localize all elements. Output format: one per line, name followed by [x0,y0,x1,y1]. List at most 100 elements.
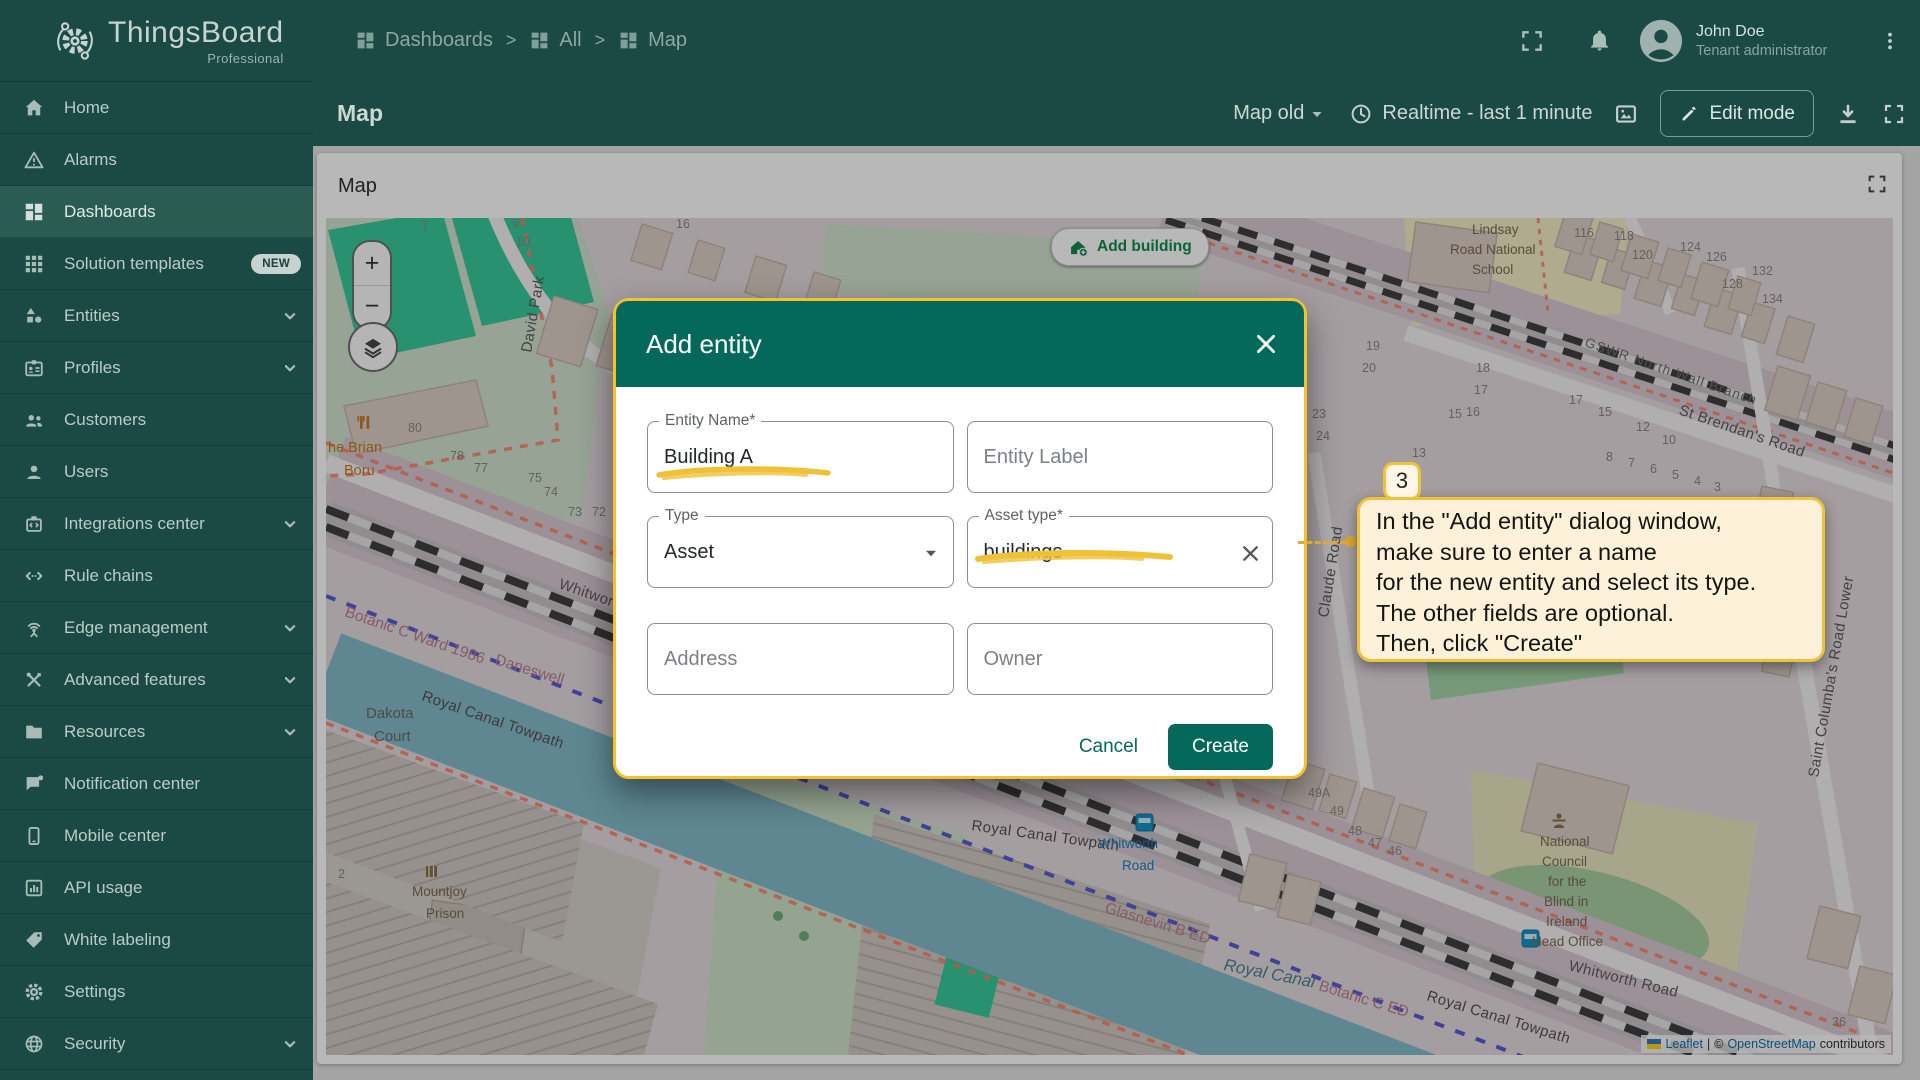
map-label: Head Office [1532,934,1603,949]
map-label: 23 [1312,407,1326,421]
map-layers-button[interactable] [348,322,398,372]
clear-icon[interactable] [1239,542,1262,565]
map-label: 78 [450,449,464,463]
screenshot-icon[interactable] [1613,101,1639,127]
zoom-in-button[interactable]: + [354,242,390,286]
sidebar-item-home[interactable]: Home [0,82,313,134]
type-select[interactable] [648,517,953,587]
sidebar-item-alarms[interactable]: Alarms [0,134,313,186]
map-label: National [1540,834,1590,849]
sidebar-menu: Home Alarms Dashboards Solution templatesNE… [0,82,313,1070]
breadcrumb-label: Dashboards [385,29,493,52]
cancel-button[interactable]: Cancel [1079,736,1138,758]
breadcrumb-separator: > [595,30,606,51]
sidebar-item-mobile-center[interactable]: Mobile center [0,810,313,862]
breadcrumb-item-map[interactable]: Map [618,29,687,52]
asset-type-label: Asset type* [979,507,1069,525]
rule-chains-icon [23,565,45,587]
entity-name-field: Entity Name* [647,421,954,493]
sidebar-item-notification-center[interactable]: Notification center [0,758,313,810]
sidebar-item-security[interactable]: Security [0,1018,313,1070]
add-building-button[interactable]: Add building [1051,228,1209,266]
map-label: 12 [1636,420,1650,434]
user-info[interactable]: John Doe Tenant administrator [1696,23,1868,59]
map-label: 15 [1598,405,1612,419]
map-label: 47 [1368,836,1382,850]
breadcrumb-item-all[interactable]: All [529,29,581,52]
sidebar-item-resources[interactable]: Resources [0,706,313,758]
map-label: 116 [1574,226,1594,240]
fullscreen-icon[interactable] [1519,28,1545,54]
leaflet-link[interactable]: Leaflet [1665,1037,1703,1051]
osm-link[interactable]: OpenStreetMap [1727,1037,1815,1051]
map-label: 120 [1632,248,1653,262]
sidebar-item-settings[interactable]: Settings [0,966,313,1018]
close-icon[interactable] [1252,330,1280,358]
entities-icon [23,305,45,327]
sidebar-item-label: Notification center [64,774,313,794]
sidebar-item-label: Home [64,98,313,118]
map-label: 5 [1672,468,1679,482]
sidebar-item-solution-templates[interactable]: Solution templatesNEW [0,238,313,290]
kebab-menu-icon[interactable] [1878,29,1902,53]
edit-mode-button[interactable]: Edit mode [1660,90,1814,137]
map-label: 49A [1308,786,1331,800]
sidebar-item-api-usage[interactable]: API usage [0,862,313,914]
breadcrumb-item-dashboards[interactable]: Dashboards [355,29,493,52]
toolbar-fullscreen-icon[interactable] [1882,102,1906,126]
type-caret-icon[interactable] [919,541,943,565]
sidebar-item-dashboards[interactable]: Dashboards [0,186,313,238]
widget-expand-icon[interactable] [1866,173,1888,195]
sidebar-item-label: Alarms [64,150,313,170]
sidebar-item-label: Dashboards [64,202,313,222]
sidebar-item-rule-chains[interactable]: Rule chains [0,550,313,602]
map-widget-header: Map [317,153,1902,218]
breadcrumb-label: Map [648,29,687,52]
address-input[interactable] [648,624,953,694]
timewindow-button[interactable]: Realtime - last 1 minute [1349,102,1592,126]
map-label: Mountjoy [412,884,467,899]
chevron-down-icon [279,513,301,535]
sidebar-item-label: Security [64,1034,260,1054]
map-label: School [1472,262,1513,277]
map-label: 126 [1706,250,1727,264]
logo[interactable]: ThingsBoard Professional [0,0,313,82]
sidebar-item-label: Advanced features [64,670,260,690]
sidebar-item-profiles[interactable]: Profiles [0,342,313,394]
sidebar-item-edge-management[interactable]: Edge management [0,602,313,654]
map-label: 134 [1762,292,1783,306]
owner-input[interactable] [968,624,1273,694]
edge-management-icon [23,617,45,639]
type-label: Type [659,507,705,525]
sidebar-item-integrations-center[interactable]: Integrations center [0,498,313,550]
dashboard-icon [355,30,376,51]
create-button[interactable]: Create [1168,724,1273,770]
map-widget-title: Map [338,175,377,198]
sidebar-item-label: Profiles [64,358,260,378]
sidebar-item-advanced-features[interactable]: Advanced features [0,654,313,706]
avatar[interactable] [1638,18,1684,64]
map-label: Road [1122,858,1154,873]
asset-type-input[interactable] [968,517,1273,587]
mobile-center-icon [23,825,45,847]
download-icon[interactable] [1835,101,1861,127]
entity-label-input[interactable] [968,422,1273,492]
notifications-bell-icon[interactable] [1587,28,1612,53]
sidebar-item-customers[interactable]: Customers [0,394,313,446]
sidebar-item-label: White labeling [64,930,313,950]
asset-type-field: Asset type* [967,516,1274,588]
caret-down-icon [1306,103,1328,125]
sidebar-item-label: Mobile center [64,826,313,846]
attribution-divider: | [1707,1037,1710,1051]
tutorial-text-line: Then, click "Create" [1376,628,1806,659]
sidebar-item-entities[interactable]: Entities [0,290,313,342]
entity-name-input[interactable] [648,422,953,492]
sidebar-item-users[interactable]: Users [0,446,313,498]
map-label: Court [374,728,412,745]
map-label: 128 [1722,277,1743,291]
top-bar: Dashboards>All>Map John Doe Tenant admin… [313,0,1920,81]
dashboard-state-select[interactable]: Map old [1233,102,1328,125]
sidebar-item-label: Customers [64,410,313,430]
sidebar-item-white-labeling[interactable]: White labeling [0,914,313,966]
map-label: 6 [1650,462,1657,476]
